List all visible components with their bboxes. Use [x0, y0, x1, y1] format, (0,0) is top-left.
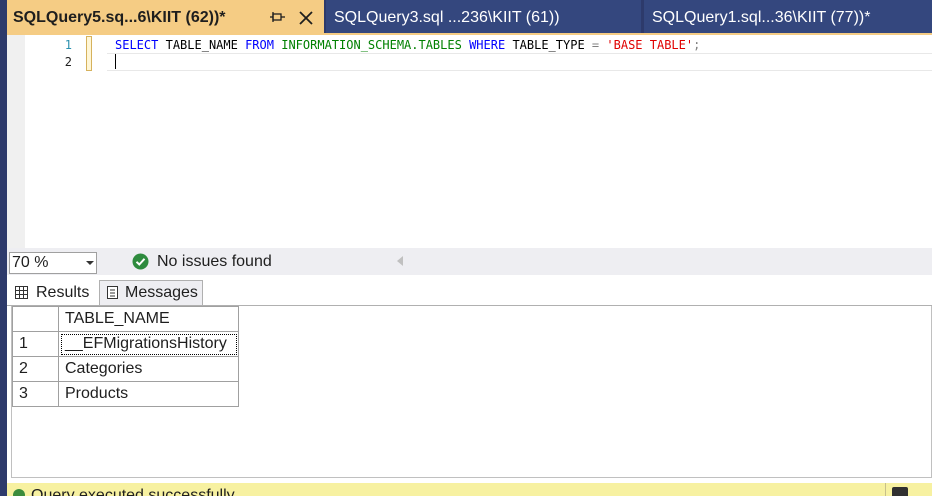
- window-frame-left: [0, 0, 7, 496]
- line-number: 2: [64, 55, 72, 69]
- sql-punctuation: ;: [693, 38, 701, 52]
- tab-sqlquery1-label: SQLQuery1.sql...36\KIIT (77))*: [652, 8, 871, 26]
- table-row[interactable]: 3 Products: [12, 381, 239, 407]
- zoom-dropdown[interactable]: 70 %: [9, 252, 97, 274]
- messages-icon: [107, 286, 118, 299]
- line-number: 1: [64, 38, 72, 52]
- header-row: TABLE_NAME: [12, 306, 239, 332]
- pin-icon[interactable]: [270, 9, 286, 25]
- tab-messages-label: Messages: [125, 284, 198, 301]
- success-icon: [13, 489, 25, 496]
- editor-margin: [7, 35, 25, 248]
- query-editor[interactable]: 1 2 SELECT TABLE_NAME FROM INFORMATION_S…: [7, 35, 932, 248]
- tab-results-label: Results: [36, 283, 90, 301]
- results-table: TABLE_NAME 1 __EFMigrationsHistory 2 Cat…: [12, 306, 239, 407]
- check-circle-icon: [132, 253, 149, 270]
- results-grid[interactable]: TABLE_NAME 1 __EFMigrationsHistory 2 Cat…: [11, 306, 932, 478]
- table-cell[interactable]: Categories: [58, 356, 239, 382]
- editor-status-row: 70 % No issues found: [7, 248, 932, 275]
- sql-operator: =: [591, 38, 600, 52]
- chevron-down-icon: [86, 261, 94, 265]
- sql-keyword: FROM: [245, 38, 274, 52]
- status-divider: [885, 483, 886, 496]
- grid-icon: [15, 286, 28, 299]
- sql-identifier: TABLE_NAME: [165, 38, 238, 52]
- grid-corner[interactable]: [12, 306, 59, 332]
- change-tracking-bar: [86, 36, 92, 71]
- sql-object: INFORMATION_SCHEMA.TABLES: [281, 38, 462, 52]
- zoom-value: 70 %: [12, 254, 49, 271]
- document-tab-strip: SQLQuery5.sq...6\KIIT (62))* SQLQuery3.s…: [0, 0, 932, 35]
- tab-sqlquery5-label: SQLQuery5.sq...6\KIIT (62))*: [13, 8, 226, 26]
- column-header[interactable]: TABLE_NAME: [58, 306, 239, 332]
- code-line-1[interactable]: SELECT TABLE_NAME FROM INFORMATION_SCHEM…: [115, 38, 700, 52]
- tab-sqlquery1[interactable]: SQLQuery1.sql...36\KIIT (77))*: [644, 0, 932, 35]
- sql-identifier: TABLE_TYPE: [512, 38, 585, 52]
- scroll-left-icon[interactable]: [397, 256, 403, 266]
- query-status-bar: Query executed successfully.: [7, 483, 932, 496]
- table-cell[interactable]: __EFMigrationsHistory: [58, 331, 239, 357]
- results-pane: Results Messages TABLE_NAME 1 __EFMigrat…: [7, 275, 932, 483]
- table-cell[interactable]: Products: [58, 381, 239, 407]
- sql-string: 'BASE TABLE': [606, 38, 694, 52]
- tab-messages[interactable]: Messages: [99, 280, 203, 305]
- table-row[interactable]: 1 __EFMigrationsHistory: [12, 331, 239, 357]
- current-line-highlight: [107, 53, 932, 71]
- tab-sqlquery3-label: SQLQuery3.sql ...236\KIIT (61)): [334, 8, 560, 26]
- query-status-text: Query executed successfully.: [31, 487, 238, 496]
- close-icon[interactable]: [297, 9, 315, 27]
- server-icon: [892, 487, 908, 496]
- row-number[interactable]: 3: [12, 381, 59, 407]
- tab-results[interactable]: Results: [9, 280, 99, 305]
- issues-status[interactable]: No issues found: [157, 253, 272, 271]
- sql-keyword: WHERE: [469, 38, 506, 52]
- text-caret: [115, 54, 116, 69]
- row-number[interactable]: 1: [12, 331, 59, 357]
- table-row[interactable]: 2 Categories: [12, 356, 239, 382]
- row-number[interactable]: 2: [12, 356, 59, 382]
- tab-sqlquery3[interactable]: SQLQuery3.sql ...236\KIIT (61)): [326, 0, 641, 35]
- sql-keyword: SELECT: [115, 38, 159, 52]
